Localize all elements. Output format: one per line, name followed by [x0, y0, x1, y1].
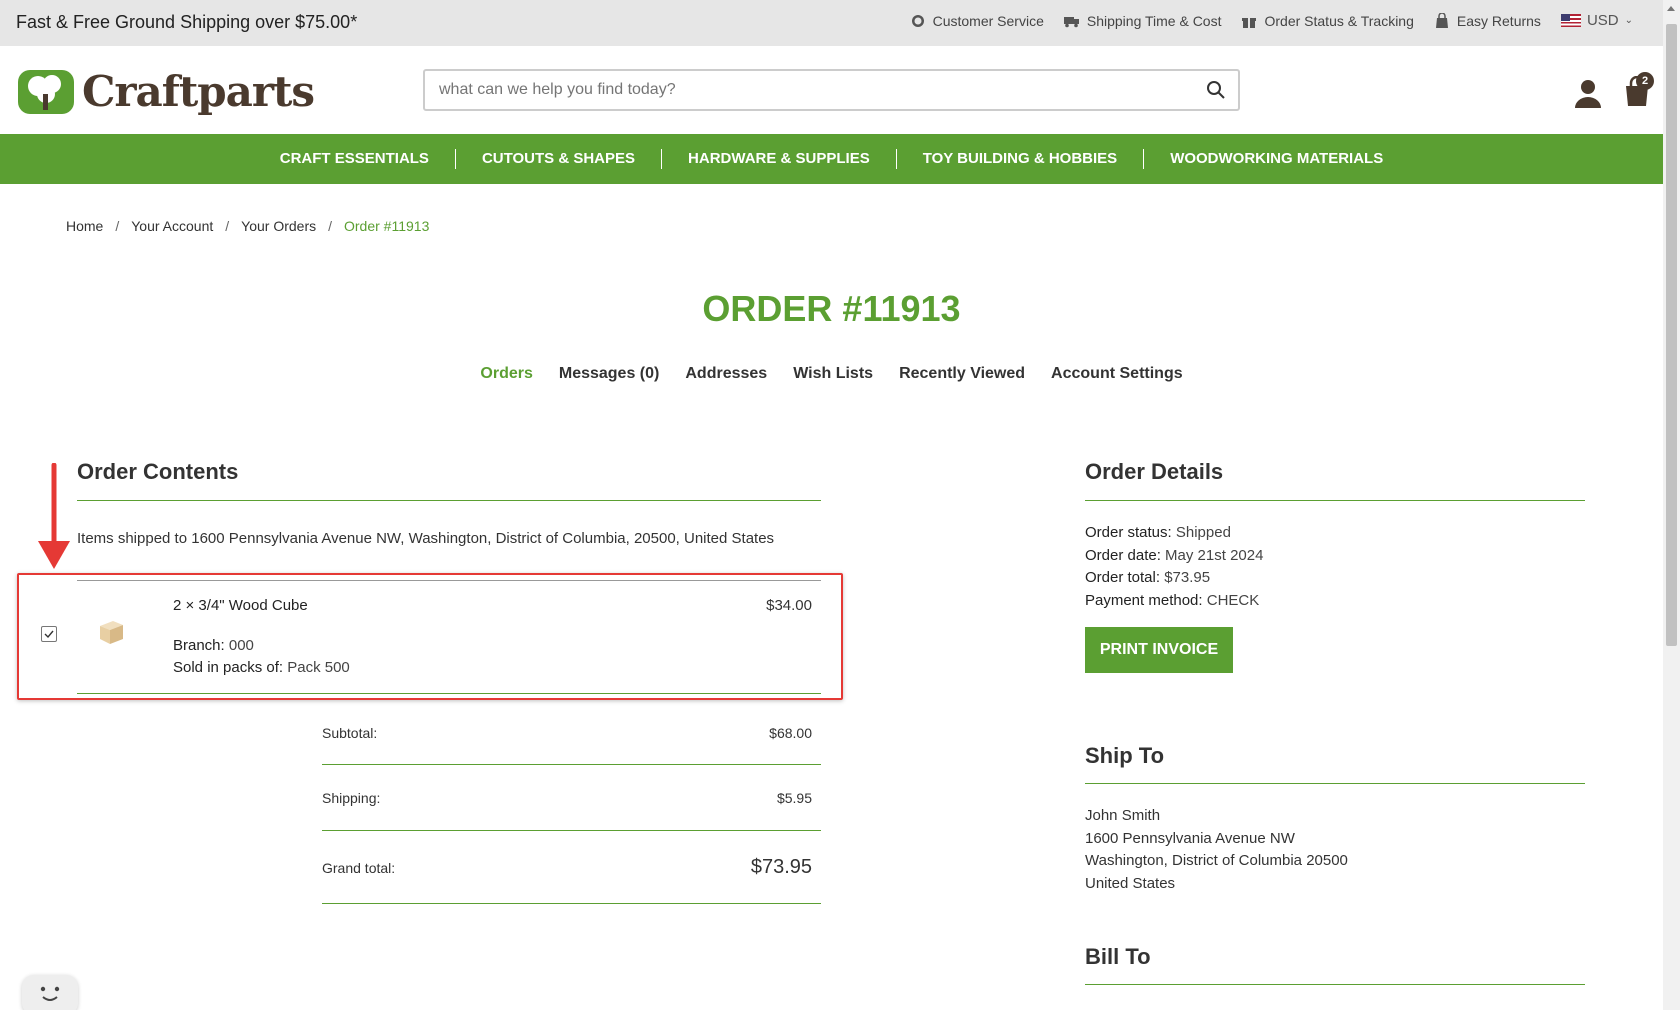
top-bar: Fast & Free Ground Shipping over $75.00*… — [0, 0, 1663, 46]
shipping-value: $5.95 — [776, 790, 812, 806]
divider — [1085, 984, 1585, 985]
tab-orders[interactable]: Orders — [480, 365, 532, 383]
order-date: Order date: May 21st 2024 — [1085, 547, 1264, 564]
ship-to-city: Washington, District of Columbia 20500 — [1085, 852, 1348, 869]
order-status-link[interactable]: Order Status & Tracking — [1241, 13, 1414, 29]
grand-total-value: $73.95 — [750, 856, 812, 878]
logo[interactable]: Craftparts — [16, 66, 315, 116]
breadcrumb-your-orders[interactable]: Your Orders — [241, 218, 316, 234]
grand-total-row: Grand total: $73.95 — [322, 856, 812, 878]
tab-addresses[interactable]: Addresses — [685, 365, 767, 383]
breadcrumb: Home / Your Account / Your Orders / Orde… — [66, 218, 430, 234]
site-header: Craftparts 2 — [0, 46, 1663, 134]
page-title: ORDER #11913 — [702, 288, 961, 329]
currency-selector[interactable]: USD ⌄ — [1560, 12, 1633, 29]
gift-icon — [1242, 17, 1257, 28]
ship-to-street: 1600 Pennsylvania Avenue NW — [1085, 830, 1295, 847]
print-invoice-button[interactable]: PRINT INVOICE — [1085, 627, 1233, 673]
item-price: $34.00 — [766, 597, 812, 614]
tab-messages[interactable]: Messages (0) — [559, 365, 660, 383]
scroll-up-arrow-icon[interactable] — [1667, 6, 1675, 11]
top-links: Customer Service Shipping Time & Cost Or… — [910, 12, 1633, 29]
search-box[interactable] — [423, 69, 1240, 111]
divider — [77, 693, 821, 694]
payment-method: Payment method: CHECK — [1085, 592, 1260, 609]
tab-wish-lists[interactable]: Wish Lists — [793, 365, 873, 383]
nav-toy-building-hobbies[interactable]: TOY BUILDING & HOBBIES — [897, 149, 1145, 169]
order-status: Order status: Shipped — [1085, 524, 1231, 541]
return-bag-icon — [1435, 12, 1448, 28]
chevron-down-icon: ⌄ — [1624, 15, 1633, 26]
chat-widget-button[interactable] — [22, 975, 78, 1010]
shipping-row: Shipping: $5.95 — [322, 790, 812, 806]
breadcrumb-your-account[interactable]: Your Account — [131, 218, 213, 234]
order-total: Order total: $73.95 — [1085, 569, 1211, 586]
ship-to-country: United States — [1085, 875, 1176, 892]
account-icon[interactable] — [1573, 78, 1603, 108]
ship-to-name: John Smith — [1085, 807, 1161, 824]
search-icon[interactable] — [1206, 80, 1226, 100]
order-details-heading: Order Details — [1085, 459, 1224, 484]
wood-cube-thumbnail[interactable] — [96, 617, 126, 647]
shipped-to-text: Items shipped to 1600 Pennsylvania Avenu… — [77, 530, 775, 547]
main-nav: CRAFT ESSENTIALS CUTOUTS & SHAPES HARDWA… — [0, 134, 1663, 184]
truck-icon — [1063, 16, 1079, 27]
breadcrumb-current: Order #11913 — [344, 218, 430, 234]
subtotal-value: $68.00 — [769, 725, 812, 741]
divider — [322, 903, 821, 904]
item-name: 2 × 3/4" Wood Cube — [173, 597, 308, 614]
highlighted-order-item — [17, 573, 843, 700]
ship-to-heading: Ship To — [1085, 743, 1165, 768]
tab-account-settings[interactable]: Account Settings — [1051, 365, 1183, 383]
tree-logo-icon — [18, 70, 74, 114]
logo-text: Craftparts — [82, 66, 315, 116]
divider — [1085, 500, 1585, 501]
shipping-promo: Fast & Free Ground Shipping over $75.00* — [16, 12, 358, 32]
tab-recently-viewed[interactable]: Recently Viewed — [899, 365, 1025, 383]
shipping-time-link[interactable]: Shipping Time & Cost — [1063, 13, 1221, 29]
nav-woodworking-materials[interactable]: WOODWORKING MATERIALS — [1144, 149, 1409, 169]
scrollbar-thumb[interactable] — [1666, 24, 1677, 646]
item-checkbox[interactable] — [41, 626, 57, 642]
easy-returns-link[interactable]: Easy Returns — [1434, 12, 1541, 29]
account-tabs: Orders Messages (0) Addresses Wish Lists… — [0, 365, 1663, 383]
divider — [322, 764, 821, 765]
customer-service-link[interactable]: Customer Service — [910, 13, 1044, 29]
item-pack-size: Sold in packs of: Pack 500 — [173, 659, 350, 676]
nav-hardware-supplies[interactable]: HARDWARE & SUPPLIES — [662, 149, 897, 169]
divider — [322, 830, 821, 831]
divider — [77, 500, 821, 501]
search-input[interactable] — [425, 71, 1185, 109]
headset-icon — [911, 14, 924, 27]
divider — [1085, 783, 1585, 784]
nav-cutouts-shapes[interactable]: CUTOUTS & SHAPES — [456, 149, 663, 169]
subtotal-row: Subtotal: $68.00 — [322, 725, 812, 741]
nav-craft-essentials[interactable]: CRAFT ESSENTIALS — [254, 149, 456, 169]
cart-count-badge: 2 — [1636, 72, 1654, 90]
item-branch: Branch: 000 — [173, 637, 254, 654]
order-contents-heading: Order Contents — [77, 459, 239, 484]
red-arrow-annotation — [38, 463, 70, 569]
us-flag-icon — [1560, 14, 1581, 27]
breadcrumb-home[interactable]: Home — [66, 218, 103, 234]
smiley-icon — [40, 986, 60, 1001]
bill-to-heading: Bill To — [1085, 944, 1151, 969]
check-icon — [44, 630, 54, 639]
